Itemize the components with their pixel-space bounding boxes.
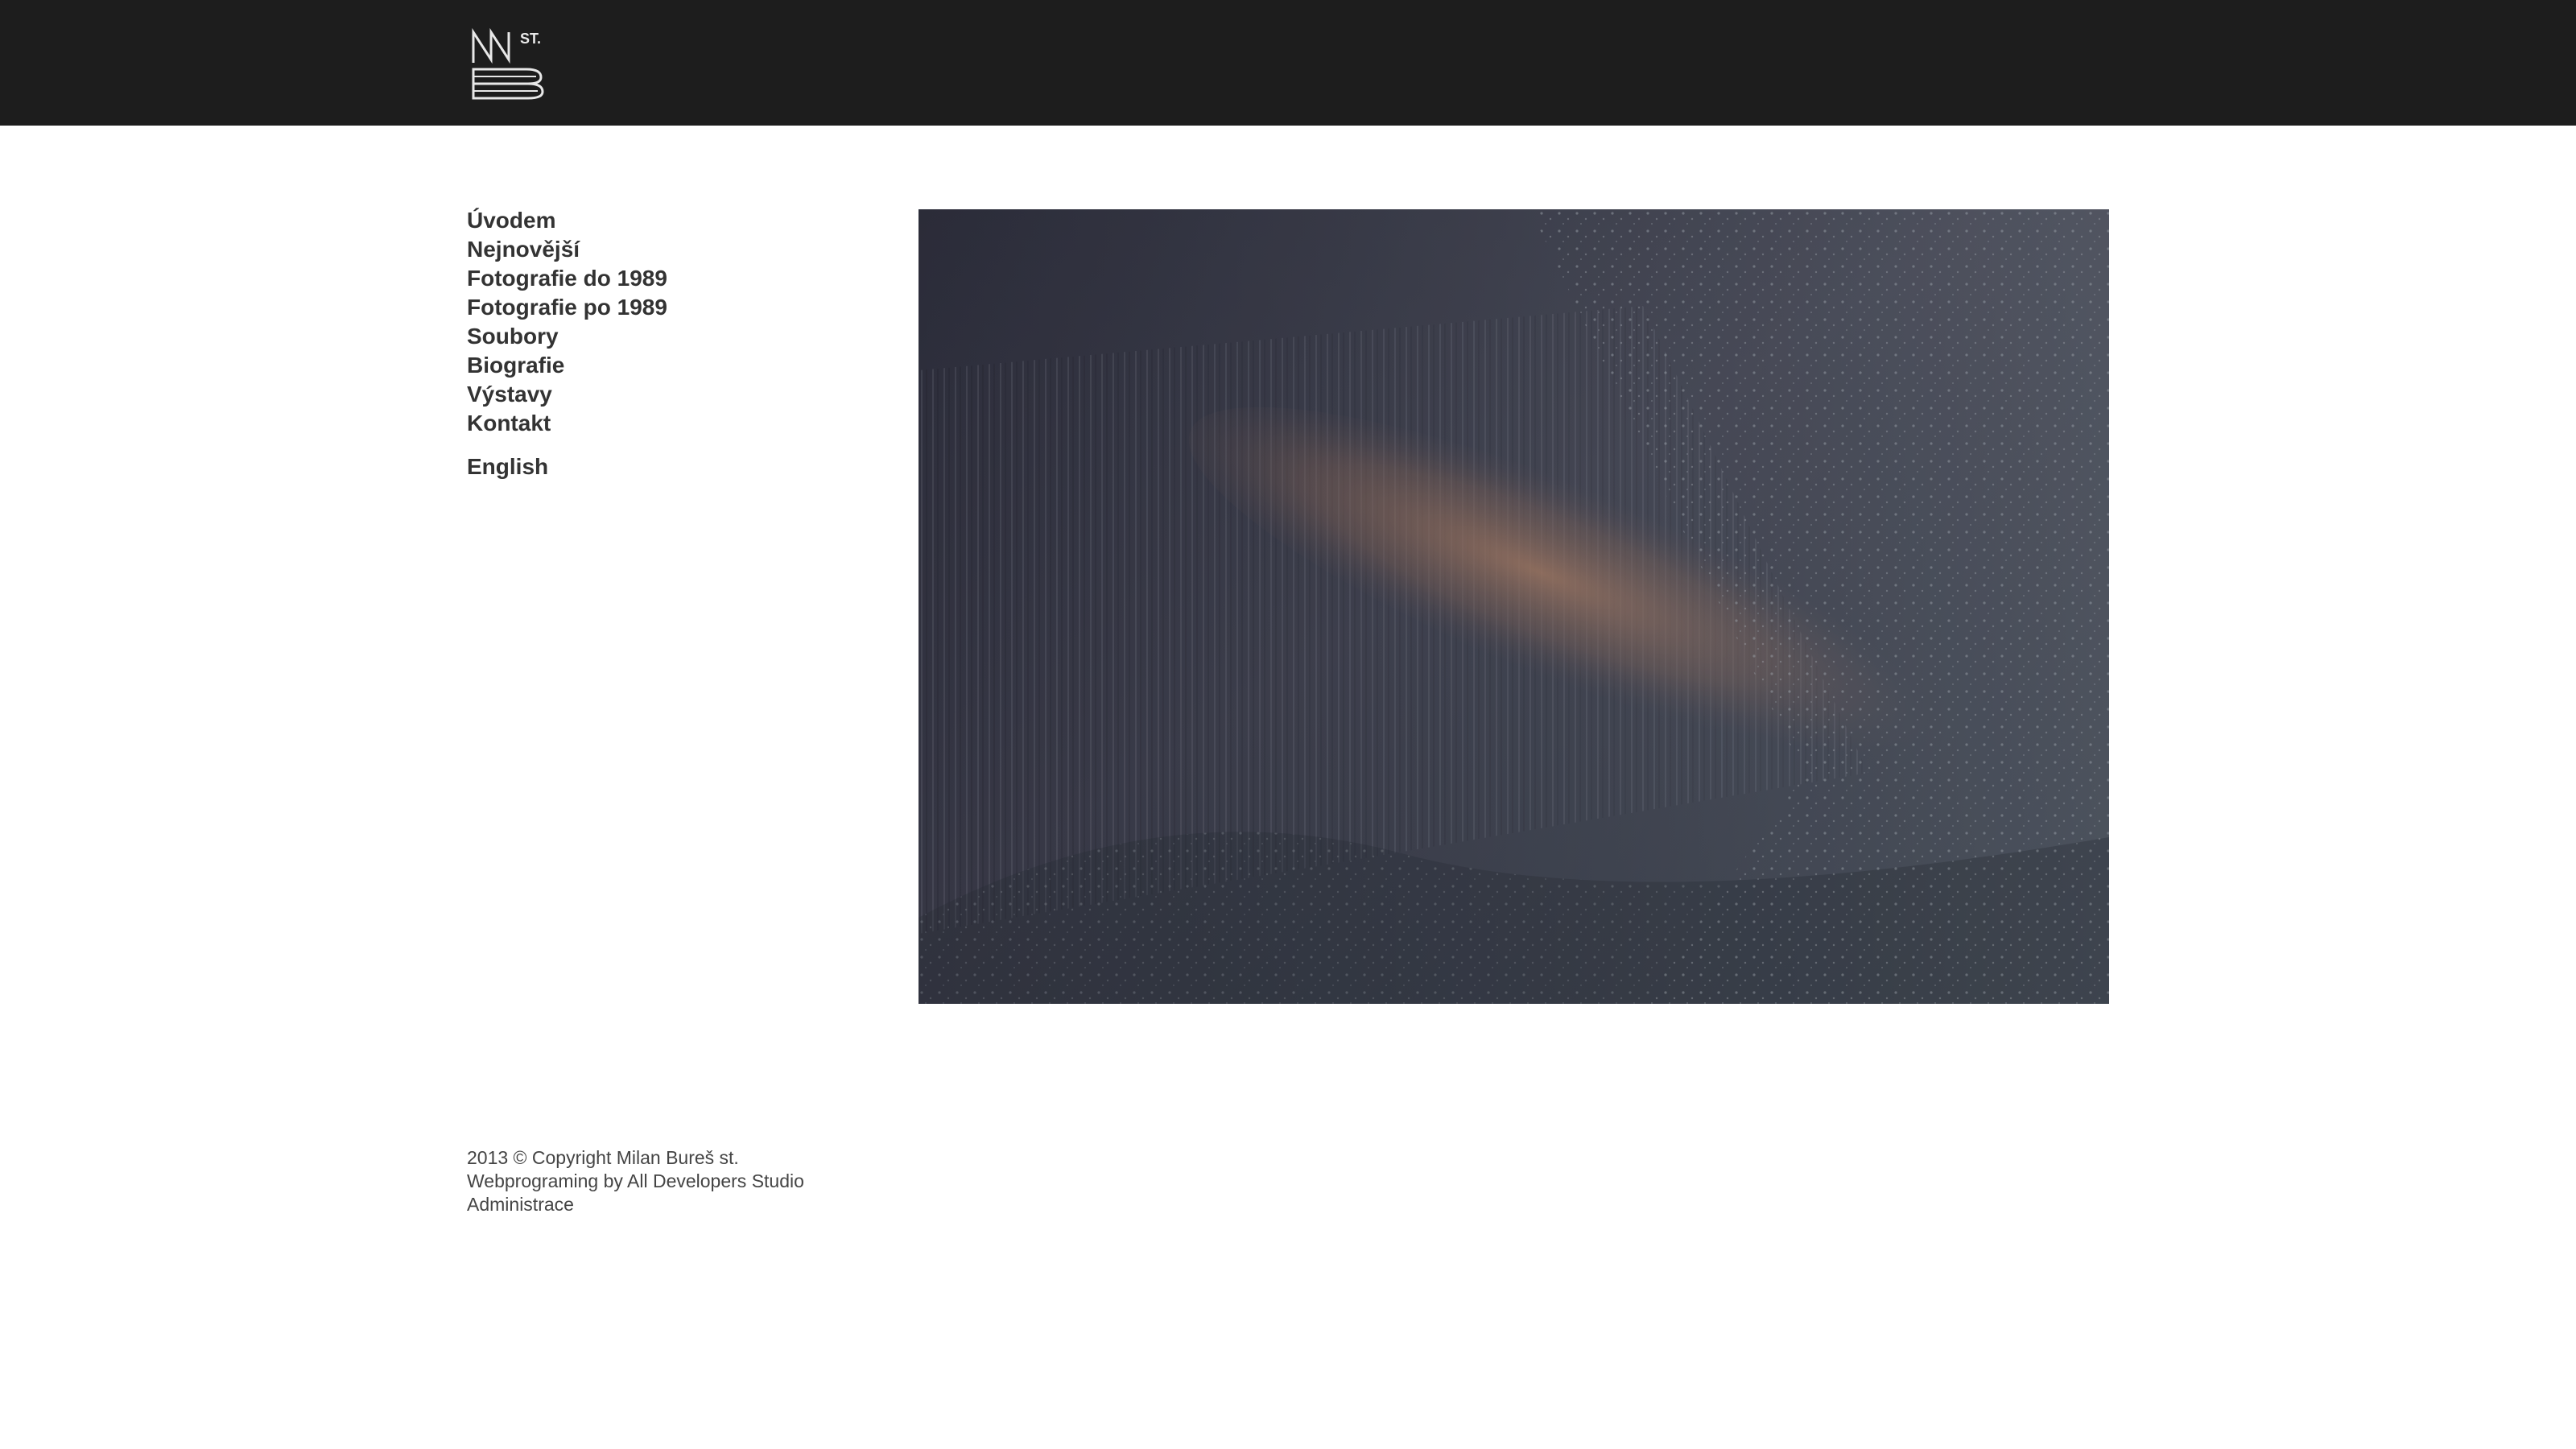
featured-photo (919, 209, 2109, 1004)
copyright-text: 2013 © Copyright Milan Bureš st. (467, 1147, 739, 1168)
nav-item-uvodem[interactable]: Úvodem (467, 206, 886, 235)
nav-item-fotografie-do-1989[interactable]: Fotografie do 1989 (467, 264, 886, 293)
nav-item-soubory[interactable]: Soubory (467, 322, 886, 351)
admin-link[interactable]: Administrace (467, 1193, 1191, 1216)
nav-item-fotografie-po-1989[interactable]: Fotografie po 1989 (467, 293, 886, 322)
footer: 2013 © Copyright Milan Bureš st. Webprog… (467, 1146, 1191, 1216)
main-nav: Úvodem Nejnovější Fotografie do 1989 Fot… (467, 206, 886, 481)
nav-item-kontakt[interactable]: Kontakt (467, 409, 886, 438)
top-bar: ST. (0, 0, 2576, 126)
developer-credit-link[interactable]: Webprograming by All Developers Studio (467, 1170, 1191, 1193)
language-switch-english[interactable]: English (467, 452, 886, 481)
nav-item-nejnovejsi[interactable]: Nejnovější (467, 235, 886, 264)
nav-item-biografie[interactable]: Biografie (467, 351, 886, 380)
mb-st-logo: ST. (472, 27, 544, 100)
svg-text:ST.: ST. (520, 31, 541, 47)
nav-item-vystavy[interactable]: Výstavy (467, 380, 886, 409)
